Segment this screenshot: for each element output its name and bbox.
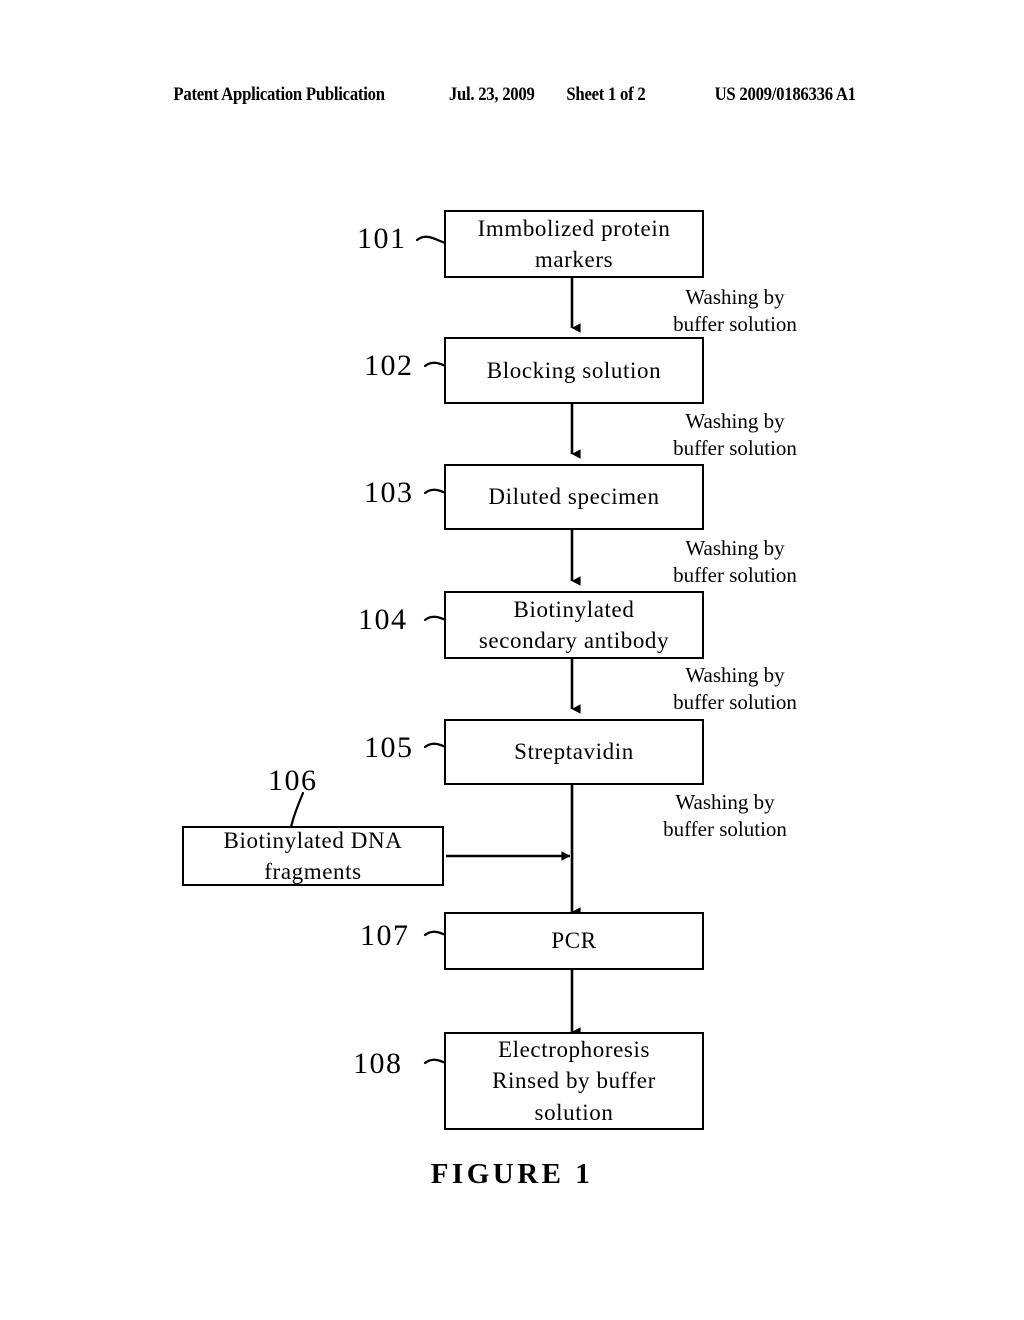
annotation-washing-3: Washing by buffer solution [673,536,797,588]
flow-box-103-label: Diluted specimen [488,484,660,510]
annotation-washing-4: Washing by buffer solution [673,663,797,715]
flow-box-101[interactable]: Immbolized protein markers [444,210,704,278]
flow-box-106[interactable]: Biotinylated DNA fragments [182,826,444,886]
flow-box-102[interactable]: Blocking solution [444,337,704,404]
reference-numeral-102: 102 [364,349,414,382]
flow-box-103[interactable]: Diluted specimen [444,464,704,530]
flow-box-105-label: Streptavidin [514,739,634,765]
reference-numeral-104: 104 [358,603,408,636]
flow-box-101-label: Immbolized protein markers [477,215,671,272]
figure-caption: FIGURE 1 [430,1158,594,1190]
flow-box-105[interactable]: Streptavidin [444,719,704,785]
reference-numeral-103: 103 [364,476,414,509]
reference-numeral-107: 107 [360,919,410,952]
flow-box-104[interactable]: Biotinylated secondary antibody [444,591,704,659]
reference-numeral-101: 101 [357,222,407,255]
flowchart-diagram: Immbolized protein markers 101 Blocking … [0,0,1024,1320]
flow-box-106-label: Biotinylated DNA fragments [223,827,403,884]
flow-box-108[interactable]: Electrophoresis Rinsed by buffer solutio… [444,1032,704,1130]
flow-box-107[interactable]: PCR [444,912,704,970]
reference-numeral-106: 106 [268,764,318,797]
flow-box-102-label: Blocking solution [486,357,662,383]
annotation-washing-5: Washing by buffer solution [663,790,787,842]
flow-box-104-label: Biotinylated secondary antibody [478,596,670,653]
reference-numeral-108: 108 [353,1047,403,1080]
annotation-washing-1: Washing by buffer solution [673,285,797,337]
flow-box-107-label: PCR [551,928,597,954]
reference-numeral-105: 105 [364,731,414,764]
flow-box-108-label: Electrophoresis Rinsed by buffer solutio… [492,1037,656,1125]
annotation-washing-2: Washing by buffer solution [673,409,797,461]
